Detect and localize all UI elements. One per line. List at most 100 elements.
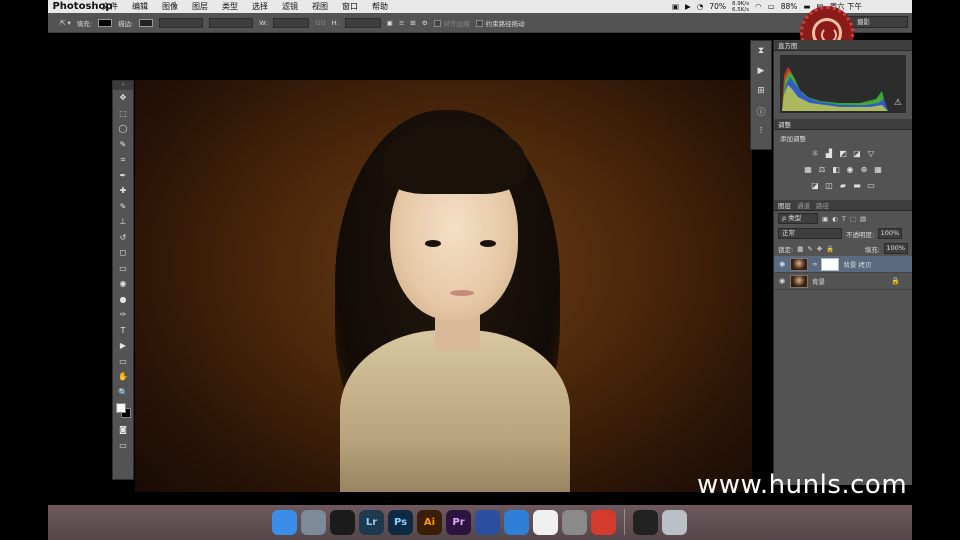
fill-field[interactable]: 100% bbox=[884, 243, 908, 254]
invert-icon[interactable]: ◪ bbox=[810, 181, 820, 191]
layer-mask-thumbnail[interactable] bbox=[821, 257, 840, 271]
dock-system-prefs-icon[interactable] bbox=[562, 509, 587, 535]
layer-row-background-copy[interactable]: ◉ ∞ 背景 拷贝 bbox=[774, 256, 912, 273]
rectangle-tool-icon[interactable]: ▭ bbox=[113, 354, 133, 370]
brush-presets-icon[interactable]: ⁝ bbox=[751, 121, 771, 141]
dock-netease-music-icon[interactable] bbox=[591, 509, 616, 535]
path-align-icon[interactable]: ≡ bbox=[399, 19, 404, 27]
filter-pixel-icon[interactable]: ▣ bbox=[822, 215, 828, 223]
properties-icon[interactable]: ⊞ bbox=[751, 81, 771, 101]
menu-layer[interactable]: 图层 bbox=[185, 1, 215, 12]
settings-gear-icon[interactable]: ⚙ bbox=[422, 19, 428, 27]
width-field[interactable] bbox=[273, 17, 310, 28]
menu-help[interactable]: 帮助 bbox=[365, 1, 395, 12]
airplay-icon[interactable]: ▭ bbox=[768, 2, 775, 11]
pen-tool-icon[interactable]: ✑ bbox=[113, 307, 133, 323]
filter-shape-icon[interactable]: ⬚ bbox=[850, 215, 856, 223]
path-arrange-icon[interactable]: ⊞ bbox=[410, 19, 415, 27]
hand-tool-icon[interactable]: ✋ bbox=[113, 369, 133, 385]
align-edges-checkbox[interactable]: 对齐边缘 bbox=[433, 18, 470, 28]
play-icon[interactable]: ▶ bbox=[685, 2, 691, 11]
stroke-swatch[interactable] bbox=[139, 18, 154, 27]
stamp-tool-icon[interactable]: ⊥ bbox=[113, 214, 133, 230]
channels-tab[interactable]: 通道 bbox=[797, 200, 810, 210]
blur-tool-icon[interactable]: ◉ bbox=[113, 276, 133, 292]
menu-edit[interactable]: 编辑 bbox=[125, 1, 155, 12]
path-select-tool-icon[interactable]: ▶ bbox=[113, 338, 133, 354]
dock-trash-icon[interactable] bbox=[662, 509, 687, 535]
color-swatches[interactable] bbox=[113, 400, 133, 422]
eraser-tool-icon[interactable]: ◻ bbox=[113, 245, 133, 261]
dock-lightroom-icon[interactable]: Lr bbox=[359, 509, 384, 535]
posterize-icon[interactable]: ◫ bbox=[824, 181, 834, 191]
paths-tab[interactable]: 路径 bbox=[816, 200, 829, 210]
channel-mixer-icon[interactable]: ⊕ bbox=[859, 165, 869, 175]
visibility-eye-icon[interactable]: ◉ bbox=[778, 277, 786, 285]
menu-type[interactable]: 类型 bbox=[215, 1, 245, 12]
screen-mode-icon[interactable]: ▭ bbox=[113, 438, 133, 454]
foreground-color[interactable] bbox=[116, 403, 126, 413]
lock-transparent-icon[interactable]: ▦ bbox=[797, 245, 803, 253]
filter-adjust-icon[interactable]: ◐ bbox=[832, 215, 838, 223]
eyedropper-tool-icon[interactable]: ✒ bbox=[113, 168, 133, 184]
info-icon[interactable]: ⓘ bbox=[751, 101, 771, 121]
lock-all-icon[interactable]: 🔒 bbox=[826, 245, 834, 253]
dock-qq-icon[interactable] bbox=[330, 509, 355, 535]
link-icon[interactable]: GO bbox=[315, 19, 325, 27]
color-balance-icon[interactable]: ⚖ bbox=[817, 165, 827, 175]
menu-file[interactable]: 文件 bbox=[95, 1, 125, 12]
dock-photoshop-icon[interactable]: Ps bbox=[388, 509, 413, 535]
workspace-select[interactable]: 摄影 bbox=[846, 16, 908, 28]
stroke-type-field[interactable] bbox=[209, 17, 254, 28]
histogram-tab[interactable]: 直方图 bbox=[774, 40, 912, 51]
path-ops-icon[interactable]: ▣ bbox=[387, 19, 393, 27]
healing-tool-icon[interactable]: ✚ bbox=[113, 183, 133, 199]
marquee-tool-icon[interactable]: ⬚ bbox=[113, 106, 133, 122]
zoom-tool-icon[interactable]: 🔍 bbox=[113, 385, 133, 401]
path-select-icon[interactable]: ⇱ ▾ bbox=[60, 19, 71, 27]
brightness-icon[interactable]: ☼ bbox=[810, 149, 820, 159]
dodge-tool-icon[interactable]: ● bbox=[113, 292, 133, 308]
document-canvas[interactable] bbox=[135, 80, 752, 492]
wifi-icon[interactable]: ◠ bbox=[755, 2, 762, 11]
dock-illustrator-icon[interactable]: Ai bbox=[417, 509, 442, 535]
history-icon[interactable]: ⧗ bbox=[751, 41, 771, 61]
tools-panel-header[interactable]: « bbox=[113, 81, 133, 90]
height-field[interactable] bbox=[344, 17, 381, 28]
battery-icon[interactable]: ▬ bbox=[803, 2, 810, 11]
lasso-tool-icon[interactable]: ◯ bbox=[113, 121, 133, 137]
curves-icon[interactable]: ◩ bbox=[838, 149, 848, 159]
battery-left-icon[interactable]: ◔ bbox=[697, 2, 704, 11]
menu-view[interactable]: 视图 bbox=[305, 1, 335, 12]
menu-filter[interactable]: 滤镜 bbox=[275, 1, 305, 12]
visibility-eye-icon[interactable]: ◉ bbox=[778, 260, 786, 268]
layers-tab[interactable]: 图层 bbox=[778, 200, 791, 210]
fill-swatch[interactable] bbox=[97, 18, 112, 27]
move-tool-icon[interactable]: ✥ bbox=[113, 90, 133, 106]
gradient-tool-icon[interactable]: ▭ bbox=[113, 261, 133, 277]
dock-news-icon[interactable] bbox=[475, 509, 500, 535]
hue-saturation-icon[interactable]: ▦ bbox=[803, 165, 813, 175]
opacity-field[interactable]: 100% bbox=[878, 228, 903, 239]
crop-tool-icon[interactable]: ⌗ bbox=[113, 152, 133, 168]
lock-move-icon[interactable]: ✥ bbox=[817, 245, 822, 253]
blend-mode-select[interactable]: 正常 bbox=[778, 228, 842, 239]
constrain-path-checkbox[interactable]: 约束路径拖动 bbox=[475, 18, 525, 28]
dock-photos-icon[interactable] bbox=[533, 509, 558, 535]
adjustments-tab[interactable]: 调整 bbox=[774, 119, 912, 130]
photo-filter-icon[interactable]: ◉ bbox=[845, 165, 855, 175]
layer-row-background[interactable]: ◉ 背景 🔒 bbox=[774, 273, 912, 290]
levels-icon[interactable]: ▟ bbox=[824, 149, 834, 159]
gradient-map-icon[interactable]: ▬ bbox=[852, 181, 862, 191]
vibrance-icon[interactable]: ▽ bbox=[866, 149, 876, 159]
threshold-icon[interactable]: ▰ bbox=[838, 181, 848, 191]
quick-mask-icon[interactable]: ◙ bbox=[113, 422, 133, 438]
lock-paint-icon[interactable]: ✎ bbox=[807, 245, 812, 253]
color-lookup-icon[interactable]: ▦ bbox=[873, 165, 883, 175]
black-white-icon[interactable]: ◧ bbox=[831, 165, 841, 175]
filter-type-icon[interactable]: T bbox=[842, 215, 846, 223]
menu-window[interactable]: 窗口 bbox=[335, 1, 365, 12]
menu-select[interactable]: 选择 bbox=[245, 1, 275, 12]
actions-icon[interactable]: ▶ bbox=[751, 61, 771, 81]
stroke-width-field[interactable] bbox=[159, 17, 204, 28]
